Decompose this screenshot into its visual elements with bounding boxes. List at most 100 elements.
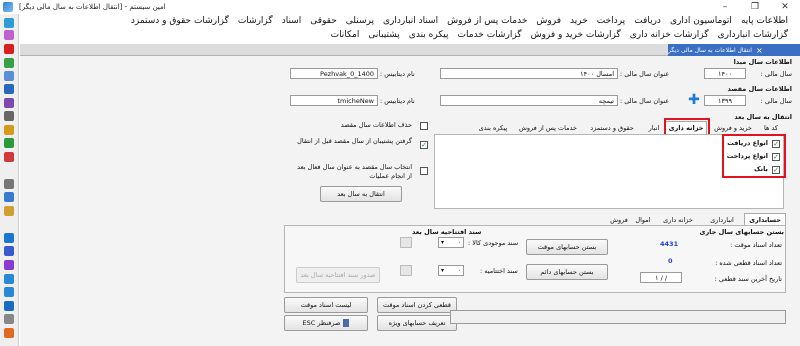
dest-title-field[interactable]: تیمچه <box>440 95 618 106</box>
document-icon[interactable] <box>4 71 14 81</box>
define-special-accounts-button[interactable]: تعریف حسابهای ویژه <box>377 315 457 331</box>
info-icon[interactable] <box>4 274 14 284</box>
menu-item-10[interactable]: اسناد <box>282 16 302 26</box>
source-db-label: نام دیتابیس : <box>380 70 415 78</box>
add-icon[interactable] <box>4 233 14 243</box>
heart-icon[interactable] <box>4 260 14 270</box>
copy-icon[interactable] <box>4 192 14 202</box>
cancel-esc-label: صرفنظر ESC <box>302 319 341 327</box>
minimize-button[interactable]: – <box>710 0 740 14</box>
source-year-label: سال مالی : <box>760 70 792 78</box>
back-icon[interactable] <box>4 18 14 28</box>
close-perm-accounts-button[interactable]: بستن حسابهای دائم <box>526 264 608 280</box>
browser-icon[interactable] <box>4 125 14 135</box>
activate-dest-checkbox[interactable] <box>420 167 428 175</box>
tab-assets[interactable]: اموال <box>632 214 654 225</box>
tab-after-sales[interactable]: خدمات پس از فروش <box>514 122 582 133</box>
issue-opening-doc-button[interactable]: صدور سند افتتاحیه سال بعد <box>296 267 380 283</box>
menu-row-2: گزارشات انبارداری گزارشات خزانه داری گزارش… <box>20 28 800 42</box>
menu-item-report-2[interactable]: گزارشات خرید و فروش <box>531 30 621 40</box>
temp-count-value: 4431 <box>660 240 679 248</box>
last-final-date-field[interactable]: / / ۱ <box>640 272 682 283</box>
cancel-esc-button[interactable]: صرفنظر ESC <box>284 315 368 331</box>
final-count-value: 0 <box>668 257 673 265</box>
menu-item-1[interactable]: اتوماسیون اداری <box>670 16 732 26</box>
menu-item-6[interactable]: خدمات پس از فروش <box>447 16 527 26</box>
cut-icon[interactable] <box>4 179 14 189</box>
finalize-temp-docs-button[interactable]: قطعی کردن اسناد موقت <box>377 297 457 313</box>
delete-dest-data-label: حذف اطلاعات سال مقصد <box>340 121 412 129</box>
transfer-next-year-button[interactable]: انتقال به سال بعد <box>320 186 402 202</box>
backup-dest-checkbox[interactable]: ✓ <box>420 141 428 149</box>
tab-warehouse[interactable]: انبار <box>643 122 665 133</box>
chart-icon[interactable] <box>4 152 14 162</box>
menu-item-8[interactable]: پرسنلی <box>346 16 374 26</box>
menu-item-0[interactable]: اطلاعات پایه <box>741 16 788 26</box>
source-heading: اطلاعات سال مبدا <box>733 58 792 66</box>
help-icon[interactable] <box>4 301 14 311</box>
menu-bar: اطلاعات پایه اتوماسیون اداری دریافت پرداخت خ… <box>20 14 800 44</box>
close-temp-accounts-button[interactable]: بستن حسابهای موقت <box>526 239 608 255</box>
transfer-heading: انتقال به سال بعد <box>734 113 792 121</box>
final-count-label: تعداد اسناد قطعی شده : <box>715 259 782 267</box>
last-final-date-label: تاریخ آخرین سند قطعی : <box>714 275 782 283</box>
transfer-form: اطلاعات سال مبدا سال مالی : ۱۴۰۰ عنوان س… <box>20 56 800 346</box>
treasury-items-highlight <box>722 134 786 178</box>
refresh-icon[interactable] <box>4 287 14 297</box>
temp-docs-list-button[interactable]: لیست اسناد موقت <box>284 297 368 313</box>
menu-item-report-0[interactable]: گزارشات انبارداری <box>718 30 788 40</box>
menu-item-12[interactable]: گزارشات حقوق و دستمزد <box>131 16 229 26</box>
cancel-icon[interactable] <box>4 44 14 54</box>
dest-db-field[interactable]: tmicheNew <box>290 95 378 106</box>
tab-inventory[interactable]: انبارداری <box>702 214 742 225</box>
menu-item-report-5[interactable]: پشتیبانی <box>368 30 399 40</box>
closing-doc-value: ۰ <box>457 267 461 274</box>
close-tab-icon[interactable]: × <box>756 46 763 55</box>
menu-item-report-6[interactable]: امکانات <box>331 30 360 40</box>
app-icon <box>3 2 13 12</box>
source-year-field[interactable]: ۱۴۰۰ <box>704 68 746 79</box>
tab-configuration[interactable]: پیکره بندی <box>472 122 514 133</box>
backup-dest-label: گرفتن پشتیبان از سال مقصد قبل از انتقال <box>297 137 412 145</box>
tab-payroll[interactable]: حقوق و دستمزد <box>582 122 642 133</box>
calculator-icon[interactable] <box>4 98 14 108</box>
menu-item-report-3[interactable]: گزارشات خدمات <box>458 30 522 40</box>
key-icon[interactable] <box>4 328 14 338</box>
tab-buy-sell[interactable]: خرید و فروش <box>708 122 758 133</box>
check-icon[interactable] <box>4 138 14 148</box>
tab-sales[interactable]: فروش <box>608 214 630 225</box>
source-title-field[interactable]: امسال ۱۴۰۰ <box>440 68 618 79</box>
menu-item-11[interactable]: گزارشات <box>238 16 273 26</box>
dest-year-label: سال مالی : <box>760 97 792 105</box>
menu-item-4[interactable]: خرید <box>570 16 588 26</box>
eraser-icon[interactable] <box>4 30 14 40</box>
menu-item-3[interactable]: پرداخت <box>597 16 625 26</box>
menu-item-report-4[interactable]: پیکره بندی <box>409 30 449 40</box>
closing-doc-combo[interactable]: ▾ ۰ <box>438 265 464 276</box>
print-icon[interactable] <box>4 111 14 121</box>
tools-icon[interactable] <box>4 314 14 324</box>
maximize-button[interactable]: ❐ <box>740 0 770 14</box>
document-tab[interactable]: × انتقال اطلاعات به سال مالی دیگر <box>668 44 800 56</box>
user-icon[interactable] <box>4 84 14 94</box>
excel-icon[interactable] <box>4 58 14 68</box>
delete-dest-data-checkbox[interactable] <box>420 122 428 130</box>
menu-item-7[interactable]: اسناد انبارداری <box>383 16 438 26</box>
tab-treasury-bottom[interactable]: خزانه داری <box>656 214 700 225</box>
add-year-button[interactable]: ✚ <box>686 92 702 108</box>
tab-codes[interactable]: کد ها <box>760 122 782 133</box>
close-button[interactable]: ✕ <box>770 0 800 14</box>
dest-year-field[interactable]: ۱۳۹۹ <box>704 95 746 106</box>
source-db-field[interactable]: Pezhvak_0_1400 <box>290 68 378 79</box>
title-bar: امین سیستم - [انتقال اطلاعات به سال مالی… <box>0 0 800 14</box>
menu-item-5[interactable]: فروش <box>536 16 561 26</box>
search-icon[interactable] <box>4 246 14 256</box>
window-title: امین سیستم - [انتقال اطلاعات به سال مالی… <box>19 3 166 11</box>
window-controls: – ❐ ✕ <box>710 0 800 14</box>
menu-item-2[interactable]: دریافت <box>634 16 661 26</box>
closing-doc-label: سند اختتامیه : <box>480 267 518 275</box>
inventory-doc-combo[interactable]: ▾ ۰ <box>438 237 464 248</box>
menu-item-report-1[interactable]: گزارشات خزانه داری <box>630 30 709 40</box>
paste-icon[interactable] <box>4 206 14 216</box>
menu-item-9[interactable]: حقوقی <box>310 16 337 26</box>
